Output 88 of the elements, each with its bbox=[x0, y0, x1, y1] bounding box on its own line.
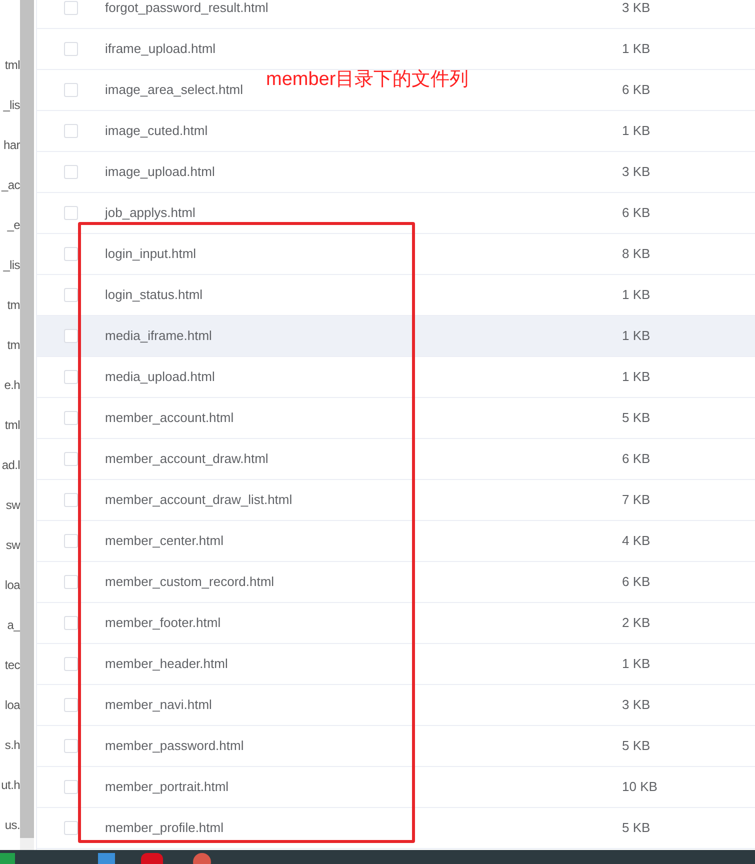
file-name: image_area_select.html bbox=[105, 81, 244, 100]
checkbox[interactable] bbox=[64, 534, 78, 548]
checkbox[interactable] bbox=[64, 165, 78, 179]
checkbox[interactable] bbox=[64, 575, 78, 589]
file-name: image_cuted.html bbox=[105, 122, 208, 140]
checkbox[interactable] bbox=[64, 83, 78, 97]
file-name: member_header.html bbox=[105, 655, 228, 674]
file-name: member_account.html bbox=[105, 409, 234, 428]
file-name: image_upload.html bbox=[105, 163, 215, 182]
file-size: 6 KB bbox=[622, 204, 650, 222]
file-size: 1 KB bbox=[622, 327, 650, 346]
file-size: 7 KB bbox=[622, 491, 650, 510]
file-size: 1 KB bbox=[622, 122, 650, 140]
file-name: _e bbox=[7, 217, 20, 234]
checkbox[interactable] bbox=[64, 42, 78, 56]
file-size: 8 KB bbox=[622, 245, 650, 264]
file-name: us. bbox=[4, 817, 20, 834]
file-name: loa bbox=[4, 577, 20, 594]
file-name: login_status.html bbox=[105, 286, 203, 304]
file-size: 5 KB bbox=[622, 737, 650, 756]
checkbox[interactable] bbox=[64, 247, 78, 261]
file-name: e.h bbox=[4, 377, 20, 394]
checkbox[interactable] bbox=[64, 657, 78, 671]
checkbox[interactable] bbox=[64, 698, 78, 712]
file-name: member_account_draw_list.html bbox=[105, 491, 292, 510]
checkbox[interactable] bbox=[64, 739, 78, 753]
file-name: member_portrait.html bbox=[105, 778, 229, 796]
file-name: member_footer.html bbox=[105, 614, 221, 632]
checkbox[interactable] bbox=[64, 493, 78, 507]
file-name: job_applys.html bbox=[105, 204, 196, 222]
checkbox[interactable] bbox=[64, 124, 78, 138]
app-icon[interactable] bbox=[141, 853, 163, 864]
file-name: tm bbox=[7, 297, 20, 314]
file-name: media_iframe.html bbox=[105, 327, 212, 346]
file-name: _ac bbox=[2, 177, 20, 194]
file-size: 1 KB bbox=[622, 40, 650, 58]
file-name: tml bbox=[4, 417, 20, 434]
file-size: 2 KB bbox=[622, 614, 650, 632]
file-size: 5 KB bbox=[622, 409, 650, 428]
file-size: 6 KB bbox=[622, 81, 650, 100]
file-name: har bbox=[4, 137, 20, 154]
checkbox[interactable] bbox=[64, 452, 78, 466]
checkbox[interactable] bbox=[64, 1, 78, 15]
file-name: member_profile.html bbox=[105, 819, 224, 838]
file-name: tml bbox=[4, 57, 20, 74]
file-name: member_account_draw.html bbox=[105, 450, 268, 468]
file-size: 10 KB bbox=[622, 778, 658, 796]
file-size: 1 KB bbox=[622, 655, 650, 674]
file-name: member_center.html bbox=[105, 532, 224, 550]
scrollbar-thumb[interactable] bbox=[20, 0, 34, 838]
annotation-text: member目录下的文件列 bbox=[266, 68, 469, 92]
file-name: a_ bbox=[7, 617, 20, 634]
checkbox[interactable] bbox=[64, 288, 78, 302]
checkbox[interactable] bbox=[64, 780, 78, 794]
file-name: tec bbox=[4, 657, 20, 674]
file-name: sw bbox=[6, 537, 20, 554]
file-size: 6 KB bbox=[622, 573, 650, 592]
file-name: ut.h bbox=[1, 777, 20, 794]
file-row[interactable]: media_iframe.html 1 KB bbox=[37, 316, 755, 357]
file-size: 6 KB bbox=[622, 450, 650, 468]
file-name: iframe_upload.html bbox=[105, 40, 216, 58]
file-name: tm bbox=[7, 337, 20, 354]
file-name: sw bbox=[6, 497, 20, 514]
file-row[interactable]: forgot_password_result.html 3 KB bbox=[37, 0, 755, 29]
file-name: member_password.html bbox=[105, 737, 244, 756]
checkbox[interactable] bbox=[64, 206, 78, 220]
file-size: 1 KB bbox=[622, 368, 650, 386]
file-name: s.h bbox=[4, 737, 20, 754]
file-size: 3 KB bbox=[622, 696, 650, 714]
file-size: 3 KB bbox=[622, 0, 650, 18]
file-name: media_upload.html bbox=[105, 368, 215, 386]
file-name: member_custom_record.html bbox=[105, 573, 274, 592]
file-size: 4 KB bbox=[622, 532, 650, 550]
file-size: 5 KB bbox=[622, 819, 650, 838]
checkbox[interactable] bbox=[64, 411, 78, 425]
file-name: ad.l bbox=[2, 457, 20, 474]
file-name: loa bbox=[4, 697, 20, 714]
file-name: _lis bbox=[3, 97, 20, 114]
file-name: _lis bbox=[3, 257, 20, 274]
file-name: member_navi.html bbox=[105, 696, 212, 714]
file-name: forgot_password_result.html bbox=[105, 0, 268, 18]
file-size: 3 KB bbox=[622, 163, 650, 182]
file-name: login_input.html bbox=[105, 245, 196, 264]
checkbox[interactable] bbox=[64, 821, 78, 835]
checkbox[interactable] bbox=[64, 329, 78, 343]
file-size: 1 KB bbox=[622, 286, 650, 304]
checkbox[interactable] bbox=[64, 370, 78, 384]
checkbox[interactable] bbox=[64, 616, 78, 630]
